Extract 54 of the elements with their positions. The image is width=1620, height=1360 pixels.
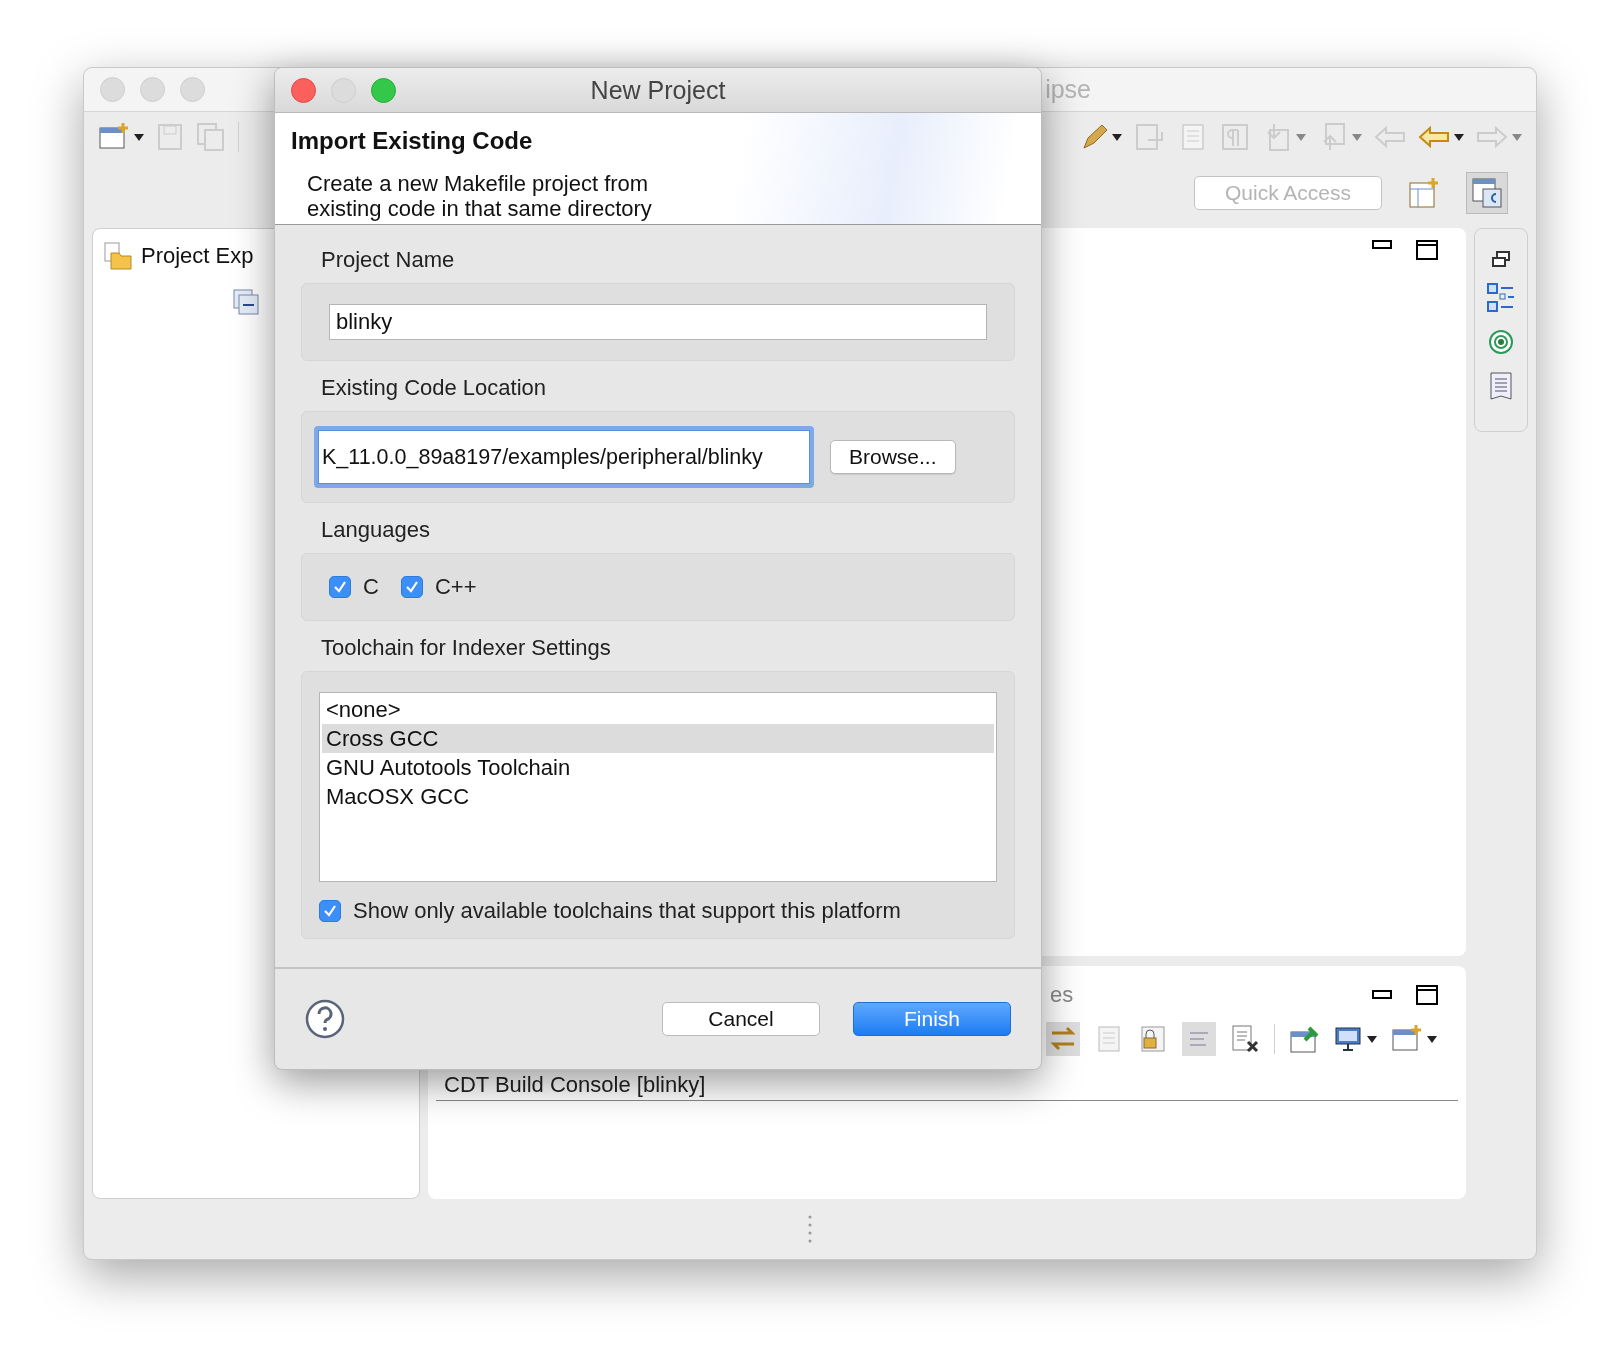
zoom-button[interactable] (371, 77, 396, 103)
checkbox-label: C++ (434, 574, 477, 600)
maximize-icon[interactable] (1416, 240, 1438, 260)
list-item[interactable]: <none> (322, 695, 994, 724)
page-heading: Import Existing Code (291, 127, 534, 155)
checkbox[interactable] (400, 576, 423, 598)
minimize-icon[interactable] (1372, 240, 1392, 250)
checkbox-label: Show only available toolchains that support this platform (353, 898, 901, 924)
code-location-field[interactable]: K_11.0.0_89a8197/examples/peripheral/blinky (314, 426, 814, 488)
list-item[interactable]: Cross GCC (322, 724, 994, 753)
dropdown-caret-icon[interactable] (1367, 1035, 1377, 1043)
dialog-title: New Project (589, 75, 727, 105)
folder-icon[interactable] (103, 241, 133, 271)
help-icon[interactable] (305, 999, 345, 1039)
project-name-field[interactable]: blinky (329, 304, 987, 340)
maximize-icon[interactable] (1416, 985, 1438, 1005)
dropdown-caret-icon[interactable] (1112, 133, 1122, 141)
quick-access-field[interactable]: Quick Access (1194, 176, 1382, 210)
minimize-icon[interactable] (1372, 990, 1392, 1000)
word-wrap-icon[interactable] (1182, 1022, 1216, 1056)
outline-icon[interactable] (1487, 283, 1515, 313)
open-perspective-icon[interactable] (1408, 177, 1440, 209)
dropdown-caret-icon[interactable] (1427, 1035, 1437, 1043)
dialog-button[interactable]: Cancel (662, 1002, 820, 1036)
browse-button[interactable]: Browse... (830, 440, 956, 474)
dropdown-caret-icon[interactable] (134, 133, 144, 141)
section-label: Toolchain for Indexer Settings (320, 634, 612, 662)
pencil-icon[interactable] (1080, 122, 1108, 152)
list-item[interactable]: GNU Autotools Toolchain (322, 753, 994, 782)
window-title: ipse (1045, 75, 1091, 104)
checkmark-icon (323, 904, 337, 918)
checkmark-icon (404, 580, 419, 594)
panel-title[interactable]: Project Exp (141, 243, 254, 269)
drag-handle-icon (807, 1214, 813, 1244)
list-item[interactable]: MacOSX GCC (322, 782, 994, 811)
close-button[interactable] (291, 77, 316, 103)
swap-arrows-icon[interactable] (1046, 1022, 1080, 1056)
collapse-all-icon[interactable] (233, 289, 259, 315)
checkmark-icon (333, 580, 347, 594)
checkbox[interactable] (319, 900, 341, 922)
panel-tab[interactable]: es (1050, 982, 1074, 1008)
section-label: Languages (320, 516, 431, 544)
dropdown-caret-icon[interactable] (1454, 133, 1464, 141)
lock-icon[interactable] (1138, 1024, 1168, 1054)
section-label: Project Name (320, 246, 456, 274)
checkbox[interactable] (329, 576, 351, 598)
checkbox-label: C (363, 574, 379, 600)
page-description: Create a new Makefile project from existing code in that same directory (307, 171, 653, 221)
restore-icon[interactable] (1492, 251, 1510, 267)
section-label: Existing Code Location (320, 374, 548, 402)
monitor-icon[interactable] (1333, 1024, 1363, 1054)
task-list-icon[interactable] (1489, 371, 1513, 401)
clear-console-icon[interactable] (1230, 1024, 1260, 1054)
target-icon[interactable] (1488, 329, 1514, 355)
